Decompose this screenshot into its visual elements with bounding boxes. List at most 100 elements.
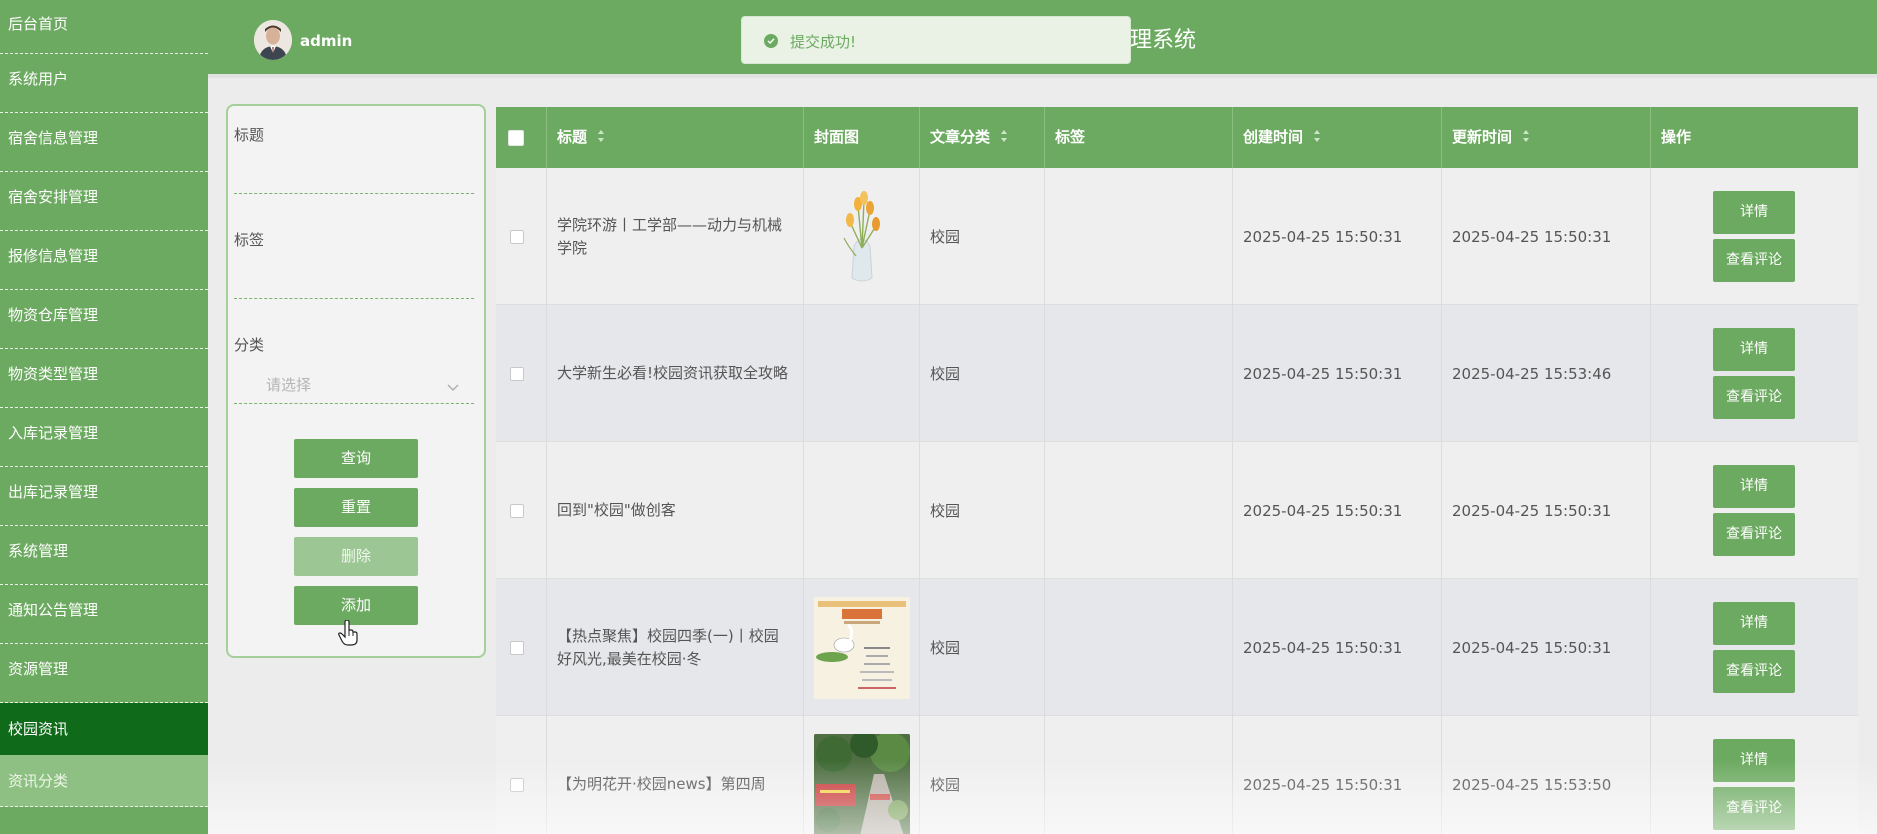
row-tag <box>1045 442 1233 579</box>
sidebar-item-news-category[interactable]: 资讯分类 <box>0 755 208 807</box>
sidebar: 后台首页 系统用户 宿舍信息管理 宿舍安排管理 报修信息管理 物资仓库管理 物资… <box>0 0 208 834</box>
row-actions: 详情 查看评论 <box>1651 442 1858 579</box>
view-comments-button[interactable]: 查看评论 <box>1713 650 1795 693</box>
sidebar-item-dorm-arrangement[interactable]: 宿舍安排管理 <box>0 172 208 231</box>
row-select-cell <box>496 442 547 579</box>
column-header-actions: 操作 <box>1651 107 1858 168</box>
system-title: 理系统 <box>1130 28 1197 53</box>
avatar[interactable] <box>254 20 292 60</box>
sidebar-item-campus-news[interactable]: 校园资讯 <box>0 703 208 755</box>
column-header-title[interactable]: 标题 <box>547 107 804 168</box>
view-comments-button[interactable]: 查看评论 <box>1713 513 1795 556</box>
row-checkbox[interactable] <box>510 503 524 518</box>
row-tag <box>1045 716 1233 834</box>
row-category: 校园 <box>920 716 1045 834</box>
column-header-cover: 封面图 <box>804 107 920 168</box>
sort-icon[interactable] <box>1522 108 1530 168</box>
row-tag <box>1045 579 1233 716</box>
detail-button[interactable]: 详情 <box>1713 739 1795 782</box>
row-category: 校园 <box>920 579 1045 716</box>
username: admin <box>300 32 353 50</box>
sort-icon[interactable] <box>1000 108 1008 168</box>
column-label: 文章分类 <box>930 128 991 146</box>
row-cover <box>804 579 920 716</box>
sidebar-item-system-users[interactable]: 系统用户 <box>0 54 208 113</box>
column-label: 更新时间 <box>1452 128 1513 146</box>
reset-button[interactable]: 重置 <box>294 488 418 527</box>
category-placeholder: 请选择 <box>266 376 312 394</box>
row-actions: 详情 查看评论 <box>1651 168 1858 305</box>
toast-message: 提交成功! <box>790 33 857 51</box>
row-title: 【为明花开·校园news】第四周 <box>547 716 804 834</box>
row-created-time: 2025-04-25 15:50:31 <box>1233 442 1442 579</box>
sidebar-item-dorm-info[interactable]: 宿舍信息管理 <box>0 113 208 172</box>
row-category: 校园 <box>920 168 1045 305</box>
select-all-cell <box>496 107 547 168</box>
row-tag <box>1045 168 1233 305</box>
sidebar-item-home[interactable]: 后台首页 <box>0 0 208 54</box>
select-all-checkbox[interactable] <box>508 129 524 146</box>
title-input[interactable] <box>234 164 474 194</box>
detail-button[interactable]: 详情 <box>1713 602 1795 645</box>
category-field-label: 分类 <box>234 336 265 354</box>
row-select-cell <box>496 168 547 305</box>
sidebar-item-system-management[interactable]: 系统管理 <box>0 526 208 585</box>
sort-icon[interactable] <box>597 108 605 168</box>
sort-icon[interactable] <box>1313 108 1321 168</box>
tag-input[interactable] <box>234 269 474 299</box>
title-field-label: 标题 <box>234 126 265 144</box>
row-category: 校园 <box>920 442 1045 579</box>
sidebar-item-notices[interactable]: 通知公告管理 <box>0 585 208 644</box>
table-header: 标题 封面图 文章分类 标签 创建时间 更新时间 操作 <box>496 107 1858 168</box>
row-title: 【热点聚焦】校园四季(一)丨校园好风光,最美在校园·冬 <box>547 579 804 716</box>
sidebar-item-repair-info[interactable]: 报修信息管理 <box>0 231 208 290</box>
row-checkbox[interactable] <box>510 777 524 792</box>
row-cover <box>804 305 920 442</box>
sidebar-item-inbound-records[interactable]: 入库记录管理 <box>0 408 208 467</box>
column-label: 标签 <box>1055 128 1086 146</box>
detail-button[interactable]: 详情 <box>1713 328 1795 371</box>
row-created-time: 2025-04-25 15:50:31 <box>1233 716 1442 834</box>
column-label: 创建时间 <box>1243 128 1304 146</box>
view-comments-button[interactable]: 查看评论 <box>1713 787 1795 830</box>
sidebar-item-resources[interactable]: 资源管理 <box>0 644 208 703</box>
column-header-created[interactable]: 创建时间 <box>1233 107 1442 168</box>
hand-cursor-icon <box>338 619 360 650</box>
table-row: 【热点聚焦】校园四季(一)丨校园好风光,最美在校园·冬 校园 2025-04-2… <box>496 579 1858 716</box>
detail-button[interactable]: 详情 <box>1713 465 1795 508</box>
goose-poster-image <box>813 596 910 699</box>
view-comments-button[interactable]: 查看评论 <box>1713 376 1795 419</box>
row-updated-time: 2025-04-25 15:50:31 <box>1442 579 1651 716</box>
query-button[interactable]: 查询 <box>294 439 418 478</box>
row-updated-time: 2025-04-25 15:50:31 <box>1442 442 1651 579</box>
sidebar-item-warehouse[interactable]: 物资仓库管理 <box>0 290 208 349</box>
tulip-vase-image <box>813 185 910 288</box>
detail-button[interactable]: 详情 <box>1713 191 1795 234</box>
campus-photo-image <box>813 733 910 834</box>
search-panel: 标题 标签 分类 请选择 查询 重置 删除 添加 <box>226 104 486 658</box>
row-checkbox[interactable] <box>510 229 524 244</box>
row-select-cell <box>496 579 547 716</box>
tag-field-label: 标签 <box>234 231 265 249</box>
check-circle-icon <box>764 34 778 48</box>
table-row: 大学新生必看!校园资讯获取全攻略 校园 2025-04-25 15:50:31 … <box>496 305 1858 442</box>
column-header-category[interactable]: 文章分类 <box>920 107 1045 168</box>
row-select-cell <box>496 305 547 442</box>
column-header-updated[interactable]: 更新时间 <box>1442 107 1651 168</box>
row-tag <box>1045 305 1233 442</box>
row-title: 回到"校园"做创客 <box>547 442 804 579</box>
row-checkbox[interactable] <box>510 366 524 381</box>
table-row: 【为明花开·校园news】第四周 校园 2025-04-25 15:50:31 … <box>496 716 1858 834</box>
row-cover <box>804 168 920 305</box>
row-title: 学院环游丨工学部——动力与机械学院 <box>547 168 804 305</box>
table-row: 学院环游丨工学部——动力与机械学院 校园 2025-04-25 15:50:31… <box>496 168 1858 305</box>
row-title: 大学新生必看!校园资讯获取全攻略 <box>547 305 804 442</box>
table-row: 回到"校园"做创客 校园 2025-04-25 15:50:31 2025-04… <box>496 442 1858 579</box>
sidebar-item-material-type[interactable]: 物资类型管理 <box>0 349 208 408</box>
row-checkbox[interactable] <box>510 640 524 655</box>
delete-button[interactable]: 删除 <box>294 537 418 576</box>
sidebar-item-outbound-records[interactable]: 出库记录管理 <box>0 467 208 526</box>
row-actions: 详情 查看评论 <box>1651 579 1858 716</box>
row-actions: 详情 查看评论 <box>1651 716 1858 834</box>
view-comments-button[interactable]: 查看评论 <box>1713 239 1795 282</box>
